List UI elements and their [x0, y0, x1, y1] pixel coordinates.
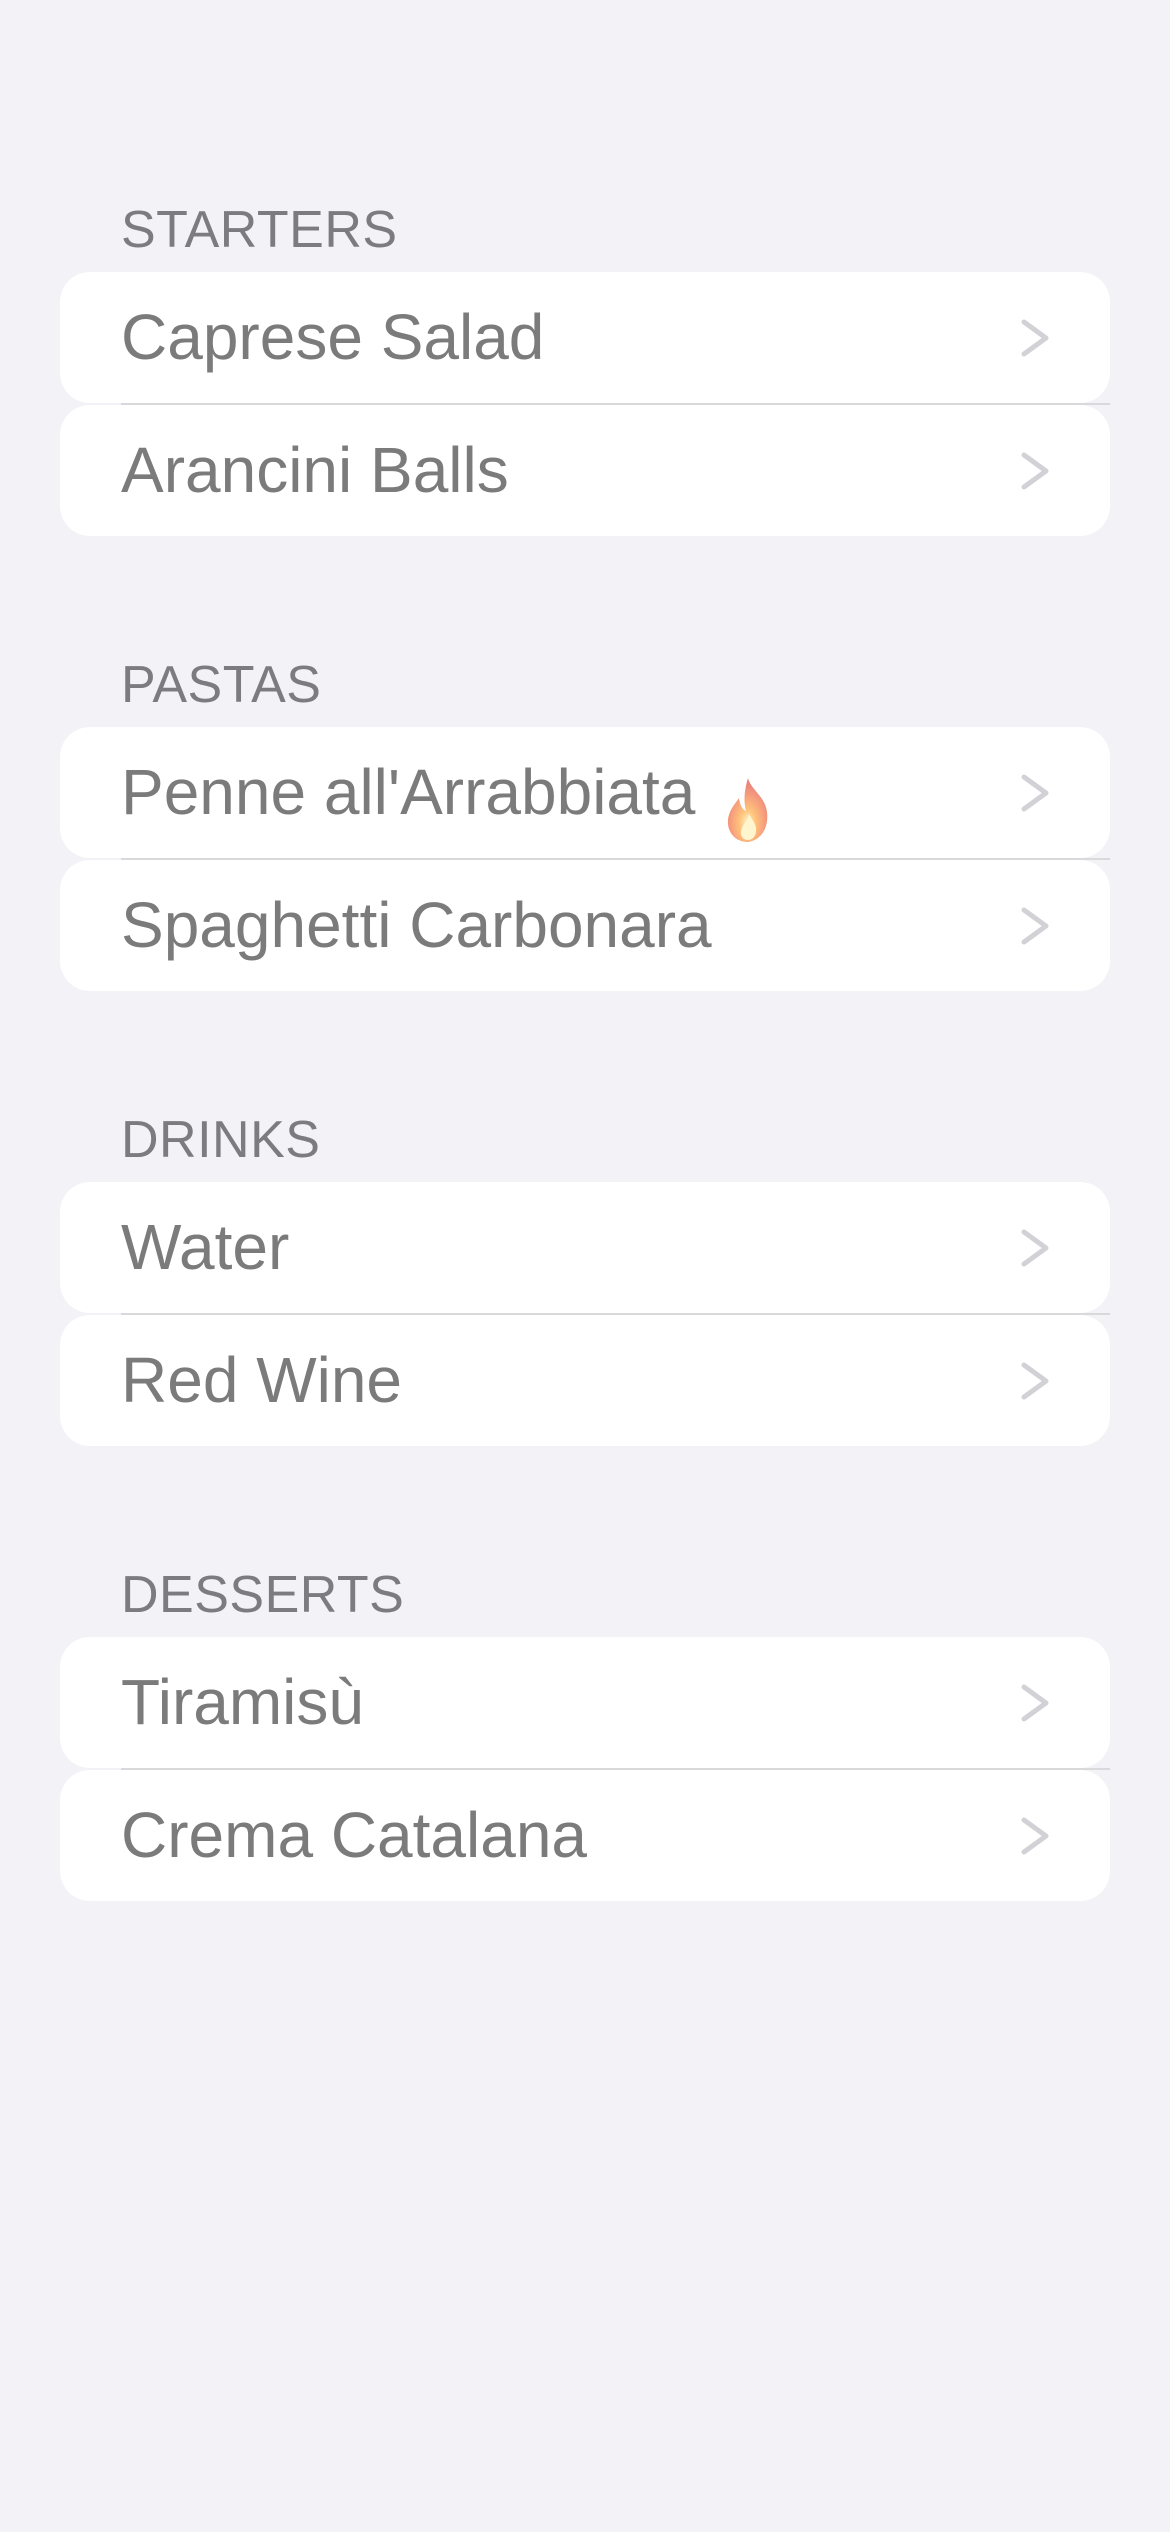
section-header-starters: STARTERS: [121, 201, 398, 259]
menu-item-label: Crema Catalana: [121, 1799, 587, 1871]
section-desserts: DESSERTS Tiramisù Crema Catalana: [60, 1555, 1110, 1901]
section-drinks: DRINKS Water Red Wine: [60, 1100, 1110, 1446]
fire-icon: [721, 757, 775, 843]
section-header-drinks: DRINKS: [121, 1111, 321, 1169]
chevron-right-icon: [1018, 452, 1054, 490]
menu-item-label: Spaghetti Carbonara: [121, 889, 712, 961]
chevron-right-icon: [1018, 1817, 1054, 1855]
menu-item-label: Arancini Balls: [121, 434, 509, 506]
menu-item-arancini-balls[interactable]: Arancini Balls: [60, 405, 1110, 536]
chevron-right-icon: [1018, 907, 1054, 945]
chevron-right-icon: [1018, 1229, 1054, 1267]
menu-item-penne-arrabbiata[interactable]: Penne all'Arrabbiata: [60, 727, 1110, 860]
menu-item-caprese-salad[interactable]: Caprese Salad: [60, 272, 1110, 405]
menu-item-crema-catalana[interactable]: Crema Catalana: [60, 1770, 1110, 1901]
menu-item-label: Water: [121, 1211, 290, 1283]
menu-item-label: Caprese Salad: [121, 301, 545, 373]
menu-item-red-wine[interactable]: Red Wine: [60, 1315, 1110, 1446]
menu-item-text: Penne all'Arrabbiata: [121, 756, 696, 828]
section-header-pastas: PASTAS: [121, 656, 322, 714]
menu-item-tiramisu[interactable]: Tiramisù: [60, 1637, 1110, 1770]
chevron-right-icon: [1018, 1684, 1054, 1722]
chevron-right-icon: [1018, 1362, 1054, 1400]
menu-item-label: Red Wine: [121, 1344, 402, 1416]
chevron-right-icon: [1018, 319, 1054, 357]
menu-item-label: Tiramisù: [121, 1666, 364, 1738]
menu-screen: STARTERS Caprese Salad Arancini Balls PA…: [0, 0, 1170, 2532]
menu-item-label: Penne all'Arrabbiata: [121, 727, 775, 858]
section-starters: STARTERS Caprese Salad Arancini Balls: [60, 190, 1110, 536]
menu-item-spaghetti-carbonara[interactable]: Spaghetti Carbonara: [60, 860, 1110, 991]
section-pastas: PASTAS Penne all'Arrabbiata Spaghetti Ca…: [60, 645, 1110, 991]
menu-item-water[interactable]: Water: [60, 1182, 1110, 1315]
section-header-desserts: DESSERTS: [121, 1566, 405, 1624]
chevron-right-icon: [1018, 774, 1054, 812]
